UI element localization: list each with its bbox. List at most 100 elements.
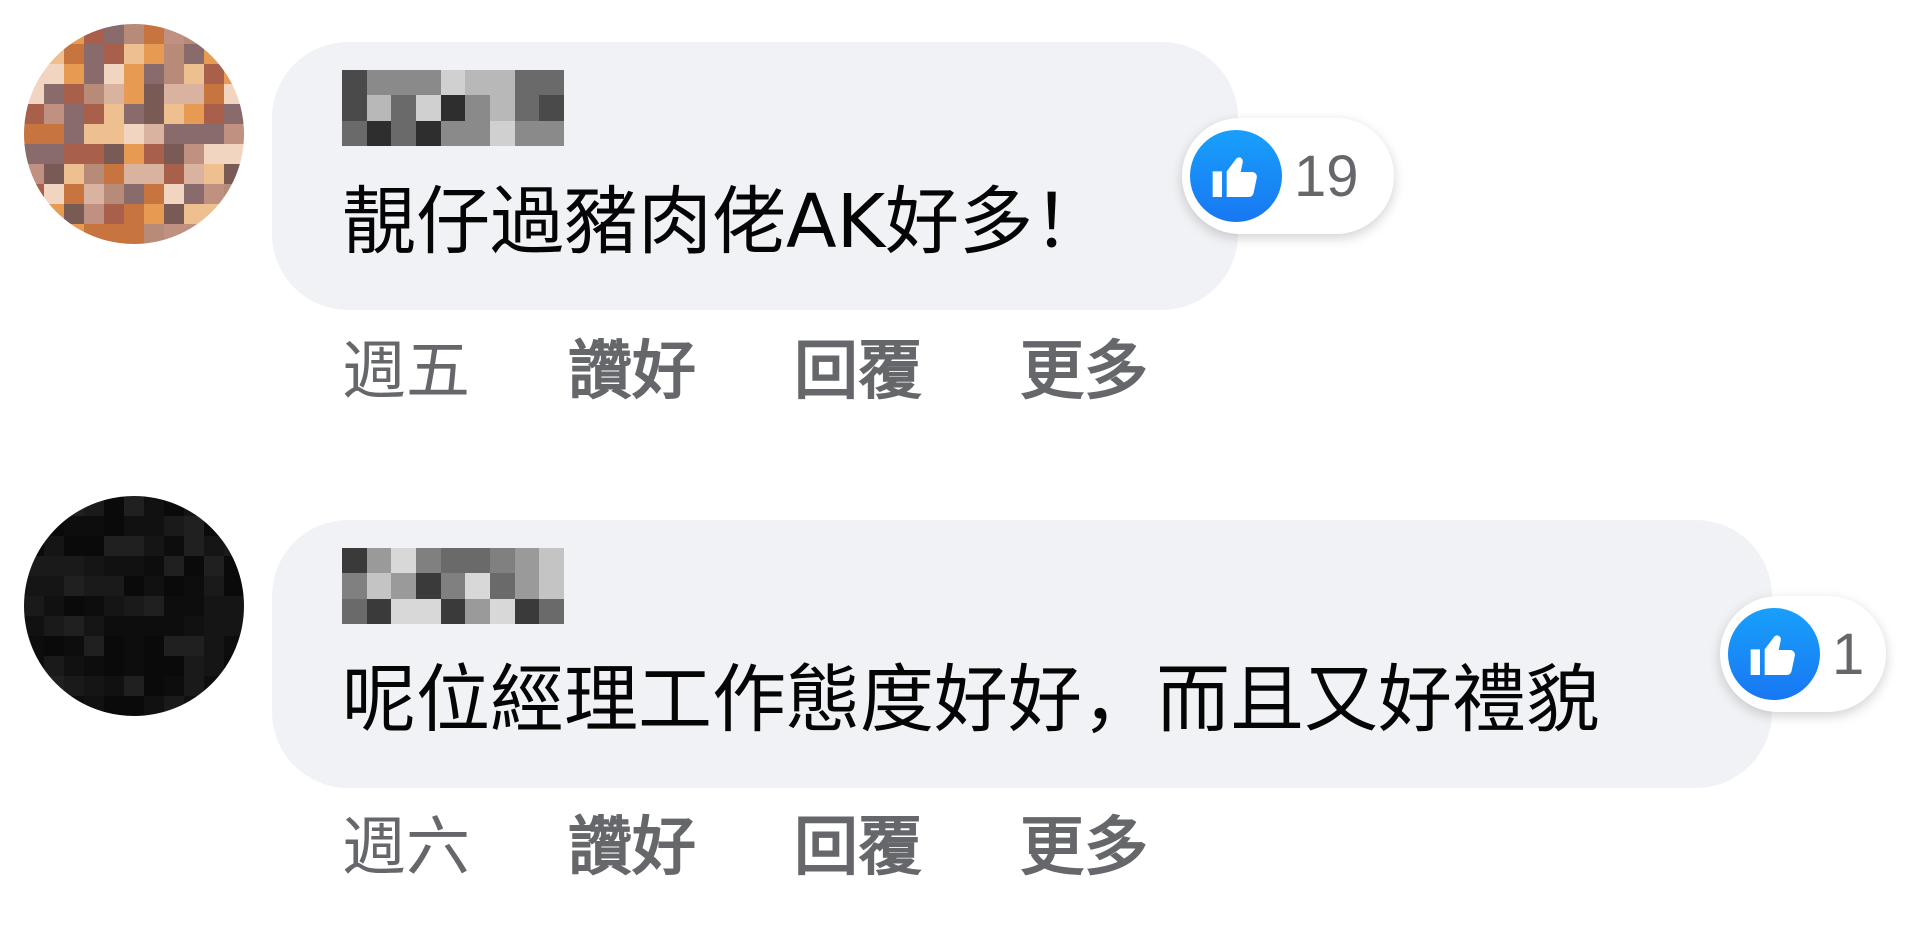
mosaic-cell (204, 616, 224, 636)
like-button[interactable]: 讚好 (568, 808, 696, 888)
mosaic-cell (539, 573, 564, 599)
mosaic-cell (204, 184, 224, 204)
mosaic-cell (514, 70, 540, 96)
mosaic-cell (24, 64, 44, 84)
reaction-summary[interactable]: 19 (1182, 118, 1394, 234)
mosaic-cell (224, 556, 244, 576)
reply-button[interactable]: 回覆 (794, 808, 922, 888)
avatar[interactable] (24, 24, 244, 244)
mosaic-cell (204, 64, 224, 84)
avatar[interactable] (24, 496, 244, 716)
mosaic-cell (144, 516, 164, 536)
mosaic-cell (144, 164, 164, 184)
mosaic-cell (144, 104, 164, 124)
comment-text: 靚仔過豬肉佬AK好多！ (342, 179, 1108, 265)
mosaic-cell (64, 24, 84, 44)
mosaic-cell (391, 95, 416, 121)
thumbs-up-icon (1190, 130, 1282, 222)
mosaic-cell (204, 496, 224, 516)
mosaic-cell (84, 84, 104, 104)
mosaic-cell (104, 556, 124, 576)
mosaic-cell (204, 224, 224, 244)
mosaic-cell (184, 496, 204, 516)
mosaic-cell (514, 548, 540, 574)
mosaic-cell (24, 104, 44, 124)
mosaic-cell (24, 516, 44, 536)
mosaic-cell (64, 596, 84, 616)
mosaic-cell (366, 120, 392, 146)
mosaic-cell (184, 104, 204, 124)
like-button[interactable]: 讚好 (568, 332, 696, 412)
mosaic-cell (104, 656, 124, 676)
mosaic-cell (84, 144, 104, 164)
mosaic-cell (204, 84, 224, 104)
more-button[interactable]: 更多 (1020, 808, 1148, 888)
reply-button[interactable]: 回覆 (794, 332, 922, 412)
mosaic-cell (489, 120, 515, 146)
mosaic-cell (104, 24, 124, 44)
mosaic-cell (391, 70, 416, 96)
mosaic-cell (64, 144, 84, 164)
mosaic-cell (44, 184, 64, 204)
mosaic-cell (164, 84, 184, 104)
mosaic-cell (184, 24, 204, 44)
mosaic-cell (144, 184, 164, 204)
mosaic-cell (44, 636, 64, 656)
mosaic-cell (84, 516, 104, 536)
mosaic-cell (24, 696, 44, 716)
comment-timestamp[interactable]: 週六 (342, 808, 470, 888)
mosaic-cell (489, 70, 515, 96)
mosaic-cell (415, 120, 441, 146)
mosaic-cell (24, 184, 44, 204)
mosaic-cell (84, 536, 104, 556)
mosaic-cell (24, 596, 44, 616)
mosaic-cell (104, 536, 124, 556)
more-button[interactable]: 更多 (1020, 332, 1148, 412)
mosaic-cell (224, 224, 244, 244)
mosaic-cell (184, 596, 204, 616)
mosaic-cell (64, 656, 84, 676)
mosaic-cell (489, 95, 515, 121)
mosaic-cell (104, 596, 124, 616)
mosaic-cell (144, 636, 164, 656)
mosaic-cell (184, 164, 204, 184)
mosaic-cell (164, 656, 184, 676)
comment-timestamp[interactable]: 週五 (342, 332, 470, 412)
mosaic-cell (224, 676, 244, 696)
mosaic-cell (84, 104, 104, 124)
mosaic-cell (184, 676, 204, 696)
mosaic-cell (164, 616, 184, 636)
mosaic-cell (24, 536, 44, 556)
mosaic-cell (514, 573, 540, 599)
mosaic-cell (391, 573, 416, 599)
mosaic-cell (124, 224, 144, 244)
reaction-summary[interactable]: 1 (1720, 596, 1886, 712)
mosaic-cell (164, 576, 184, 596)
mosaic-cell (440, 598, 466, 624)
mosaic-cell (84, 676, 104, 696)
mosaic-cell (124, 676, 144, 696)
mosaic-cell (465, 70, 490, 96)
mosaic-cell (184, 224, 204, 244)
blurred-author-name[interactable] (342, 548, 564, 624)
mosaic-cell (366, 95, 392, 121)
mosaic-cell (204, 556, 224, 576)
mosaic-cell (104, 44, 124, 64)
mosaic-cell (224, 576, 244, 596)
mosaic-cell (539, 548, 564, 574)
mosaic-cell (64, 556, 84, 576)
mosaic-cell (64, 616, 84, 636)
mosaic-cell (104, 636, 124, 656)
mosaic-cell (415, 70, 441, 96)
mosaic-cell (124, 696, 144, 716)
blurred-author-name[interactable] (342, 70, 564, 146)
mosaic-cell (24, 84, 44, 104)
mosaic-cell (44, 556, 64, 576)
mosaic-cell (124, 536, 144, 556)
mosaic-cell (204, 24, 224, 44)
mosaic-cell (224, 84, 244, 104)
mosaic-cell (24, 556, 44, 576)
mosaic-cell (415, 95, 441, 121)
mosaic-cell (204, 104, 224, 124)
mosaic-cell (124, 556, 144, 576)
